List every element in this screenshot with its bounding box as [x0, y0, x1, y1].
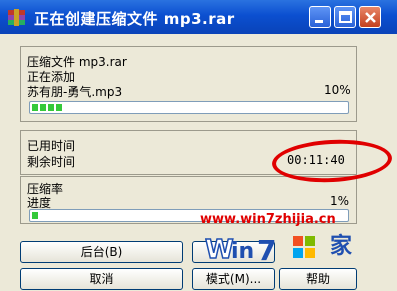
current-file-name: 苏有朋-勇气.mp3 [27, 85, 123, 99]
watermark-url: www.win7zhijia.cn [200, 212, 336, 227]
maximize-icon [339, 11, 352, 23]
file-percent: 10% [324, 83, 351, 97]
minimize-button[interactable] [309, 6, 331, 28]
svg-text:in: in [231, 239, 254, 264]
svg-text:W: W [205, 235, 234, 265]
window-title: 正在创建压缩文件 mp3.rar [34, 10, 235, 28]
file-progress-bar [29, 101, 349, 114]
close-button[interactable] [359, 6, 381, 28]
elapsed-time-label: 已用时间 [27, 139, 76, 153]
minimize-icon [315, 20, 323, 23]
win7-logo: W in 7 [204, 230, 330, 270]
title-bar[interactable]: 正在创建压缩文件 mp3.rar [0, 0, 397, 34]
file-status-panel: 压缩文件 mp3.rar 正在添加 苏有朋-勇气.mp3 10% [20, 46, 357, 122]
background-button[interactable]: 后台(B) [20, 241, 183, 263]
file-progress-fill [32, 104, 63, 111]
remaining-time-label: 剩余时间 [27, 155, 76, 169]
mode-button[interactable]: 模式(M)... [192, 268, 275, 290]
close-icon [365, 12, 376, 23]
maximize-button[interactable] [334, 6, 356, 28]
svg-text:7: 7 [257, 234, 276, 266]
help-button[interactable]: 帮助 [279, 268, 357, 290]
cancel-button[interactable]: 取消 [20, 268, 183, 290]
total-percent: 1% [330, 194, 350, 208]
watermark-suffix: 家 [330, 233, 353, 259]
winrar-icon [6, 7, 27, 28]
total-progress-fill [32, 212, 38, 219]
